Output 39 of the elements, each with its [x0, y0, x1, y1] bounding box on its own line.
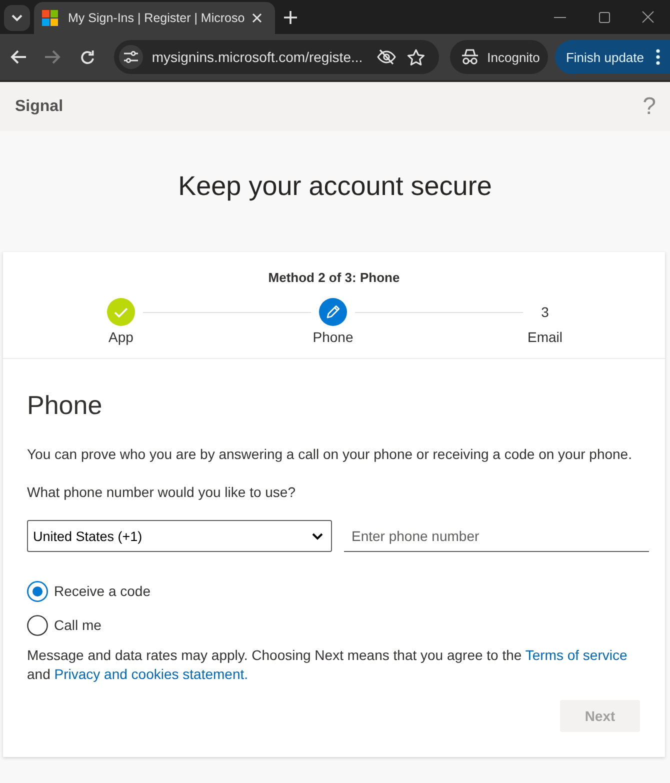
forward-arrow-icon	[44, 50, 61, 64]
url-text[interactable]: mysignins.microsoft.com/registe...	[152, 49, 372, 65]
terms-link[interactable]: Terms of service	[525, 647, 628, 663]
step-label: App	[108, 328, 134, 346]
tune-icon	[124, 51, 138, 63]
page-title: Keep your account secure	[178, 170, 492, 202]
intro-text: You can prove who you are by answering a call on your phone or receiving a code on your phone.	[27, 445, 633, 464]
three-dots-icon	[656, 49, 660, 65]
country-dropdown[interactable]: United States (+1)	[27, 520, 332, 552]
privacy-link[interactable]: Privacy and cookies statement.	[54, 666, 248, 682]
finish-update-button[interactable]: Finish update	[554, 40, 670, 74]
site-settings-button[interactable]	[118, 45, 143, 69]
tab-search-button[interactable]	[4, 5, 30, 31]
step-label: Phone	[312, 328, 354, 346]
chevron-down-icon	[11, 14, 23, 22]
radio-option[interactable]: Call me	[27, 613, 102, 637]
close-icon	[642, 11, 654, 23]
chevron-down-icon	[312, 532, 322, 540]
app-title: Signal	[15, 98, 64, 116]
incognito-button[interactable]: Incognito	[450, 40, 548, 74]
star-icon	[407, 48, 426, 66]
back-arrow-icon	[10, 50, 26, 64]
maximize-icon	[598, 12, 610, 22]
hat-and-glasses-icon	[461, 49, 480, 65]
browser-tab[interactable]: My Sign-Ins | Register | Microso	[34, 2, 275, 34]
eye-slash-icon	[376, 49, 396, 65]
step-label: Email	[527, 328, 562, 346]
section-heading: Phone	[27, 389, 104, 422]
disclaimer-text: Message and data rates may apply. Choosing Next means that you agree to the Terms of service and Privacy and cookies statement.	[27, 646, 628, 684]
radio-option[interactable]: Receive a code	[27, 579, 151, 603]
four-squares-icon	[42, 10, 58, 26]
address-bar[interactable]: mysignins.microsoft.com/registe...	[114, 40, 440, 74]
step-number: 3	[540, 303, 550, 322]
close-icon	[252, 13, 262, 23]
minimize-icon	[554, 16, 566, 18]
step-caption: Method 2 of 3: Phone	[267, 269, 401, 287]
reload-icon	[80, 50, 96, 64]
question-text: What phone number would you like to use?	[27, 483, 296, 502]
plus-icon	[284, 10, 298, 24]
